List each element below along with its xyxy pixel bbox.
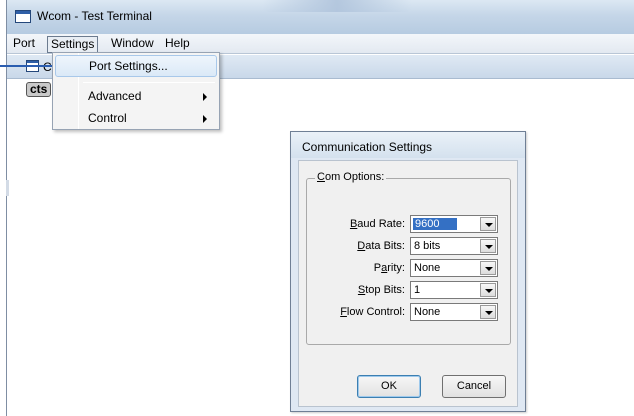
communication-settings-dialog: Communication Settings Com Options: Baud… <box>290 131 526 412</box>
baud-rate-select[interactable]: 9600 <box>410 215 498 233</box>
left-edge-mark <box>6 180 9 196</box>
chevron-down-icon[interactable] <box>480 305 496 319</box>
data-bits-value: 8 bits <box>414 240 441 252</box>
menu-separator <box>83 82 215 83</box>
group-title-rest: om Options: <box>324 171 385 183</box>
app-window-icon[interactable] <box>15 10 31 23</box>
chevron-down-icon[interactable] <box>480 239 496 253</box>
title-bar-decoration <box>262 0 412 12</box>
window-title: Wcom - Test Terminal <box>37 9 152 23</box>
menu-item-label: Control <box>88 111 127 125</box>
chevron-down-icon[interactable] <box>480 261 496 275</box>
flow-control-select[interactable]: None <box>410 303 498 321</box>
menu-item-label: Port Settings... <box>89 59 168 73</box>
left-accent-line <box>0 65 52 67</box>
title-bar: Wcom - Test Terminal <box>7 0 634 34</box>
menu-port[interactable]: Port <box>10 36 38 53</box>
data-bits-select[interactable]: 8 bits <box>410 237 498 255</box>
submenu-arrow-icon <box>203 93 207 101</box>
menu-item-label: Advanced <box>88 89 142 103</box>
stop-bits-value: 1 <box>414 284 421 296</box>
child-window-title: C <box>43 60 52 74</box>
menu-help[interactable]: Help <box>162 36 193 53</box>
stop-bits-label: Stop Bits: <box>315 284 405 296</box>
label-rest: aud Rate: <box>357 218 405 230</box>
submenu-arrow-icon <box>203 115 207 123</box>
dialog-body: Com Options: Baud Rate: 9600 Data Bits: … <box>298 160 518 407</box>
label-rest: ata Bits: <box>365 240 405 252</box>
menu-settings[interactable]: Settings <box>47 36 99 53</box>
label-rest: low Control: <box>346 306 405 318</box>
com-options-group: Com Options: Baud Rate: 9600 Data Bits: … <box>306 171 511 345</box>
dialog-title: Communication Settings <box>302 140 433 154</box>
label-rest: rity: <box>387 262 405 274</box>
cancel-button[interactable]: Cancel <box>442 375 506 398</box>
ok-button[interactable]: OK <box>357 375 421 398</box>
dialog-title-bar[interactable]: Communication Settings <box>291 132 525 158</box>
label-mnemonic: F <box>340 306 347 318</box>
chevron-down-icon[interactable] <box>480 217 496 231</box>
cts-status-badge: cts <box>26 82 52 97</box>
chevron-down-icon[interactable] <box>480 283 496 297</box>
baud-rate-label: Baud Rate: <box>315 218 405 230</box>
parity-select[interactable]: None <box>410 259 498 277</box>
menu-item-control[interactable]: Control <box>55 107 217 129</box>
data-bits-label: Data Bits: <box>315 240 405 252</box>
menu-item-advanced[interactable]: Advanced <box>55 85 217 107</box>
flow-control-label: Flow Control: <box>315 306 405 318</box>
group-title: Com Options: <box>315 171 387 183</box>
baud-rate-value: 9600 <box>413 218 458 230</box>
parity-value: None <box>414 262 441 274</box>
settings-dropdown-menu: Port Settings... Advanced Control <box>52 52 220 130</box>
group-title-mnemonic: C <box>317 171 325 183</box>
stop-bits-select[interactable]: 1 <box>410 281 498 299</box>
menu-bar: Port Settings Window Help <box>7 34 634 54</box>
flow-control-value: None <box>414 306 441 318</box>
parity-label: Parity: <box>315 262 405 274</box>
label-rest: top Bits: <box>365 284 405 296</box>
menu-item-port-settings[interactable]: Port Settings... <box>55 55 217 77</box>
menu-window[interactable]: Window <box>108 36 157 53</box>
